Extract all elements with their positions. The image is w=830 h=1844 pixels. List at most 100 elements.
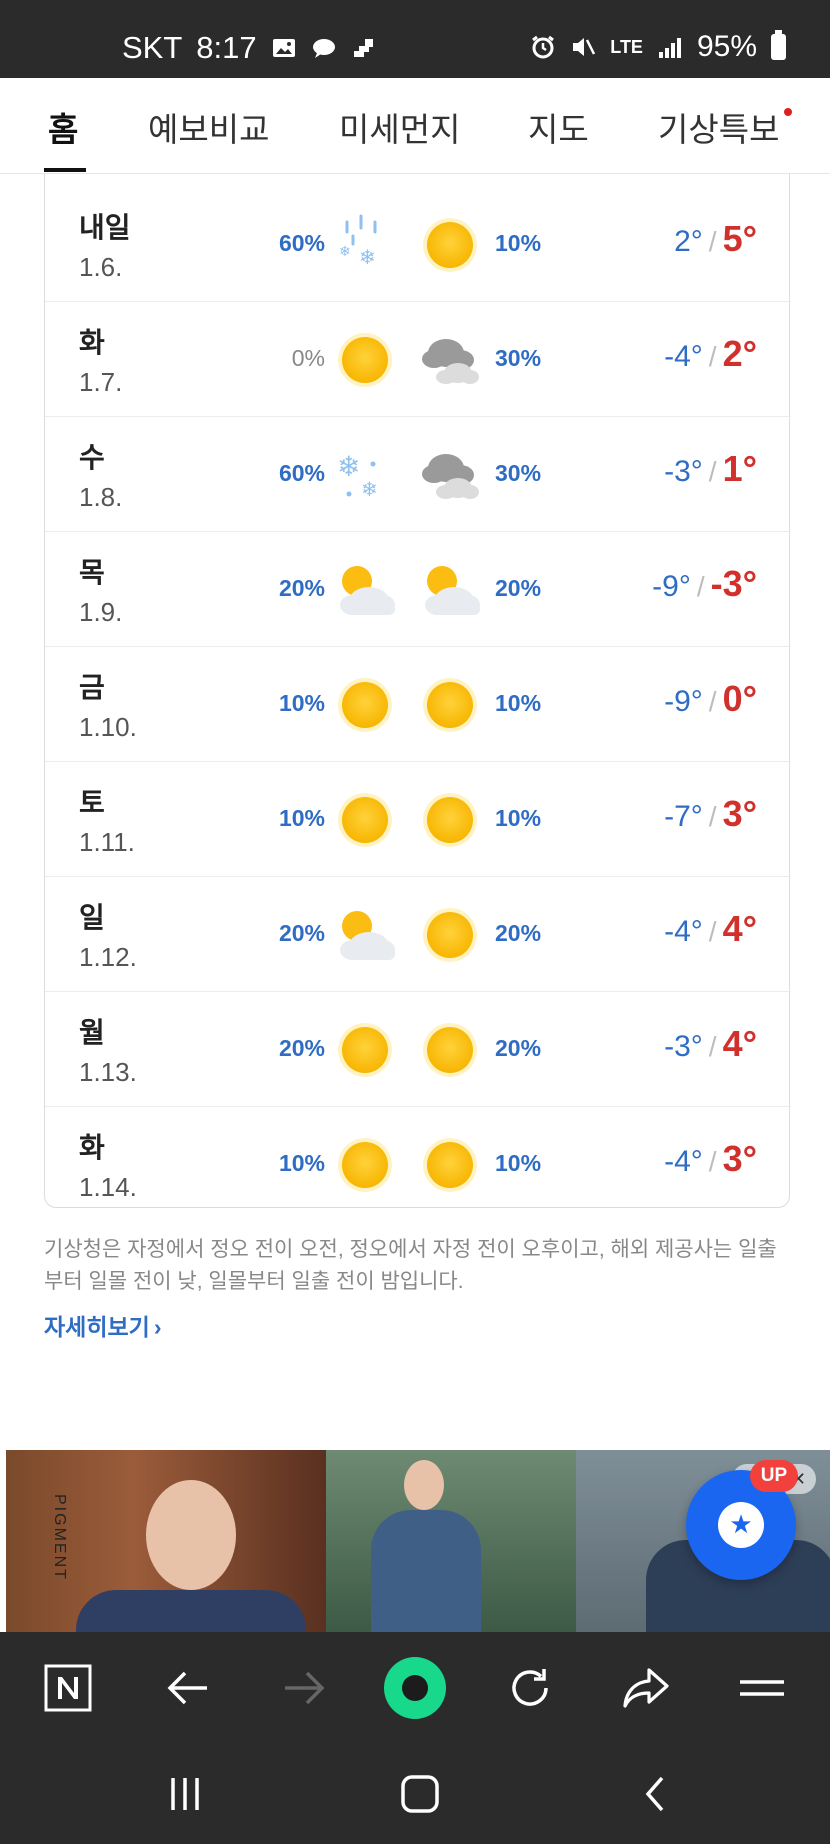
svg-text:❄: ❄ [361, 477, 378, 501]
temp-separator: / [708, 226, 717, 257]
min-temp: -4° [664, 340, 703, 373]
temperature-range: -4°/4° [664, 908, 757, 950]
chevron-right-icon: › [153, 1314, 162, 1340]
home-button[interactable] [395, 1744, 445, 1844]
forecast-date: 1.7. [79, 367, 123, 397]
max-temp: 1° [722, 448, 757, 489]
fab-inner: ★ [718, 1502, 764, 1548]
forecast-day: 화 [79, 327, 105, 358]
green-dot-button[interactable] [380, 1632, 450, 1744]
tab-forecast-compare[interactable]: 예보비교 [148, 103, 269, 151]
am-precip-chance: 60% [278, 230, 325, 256]
temp-separator: / [708, 801, 717, 832]
temp-separator: / [696, 571, 705, 602]
pm-precip-chance: 20% [495, 1035, 542, 1061]
pm-precip-chance: 30% [495, 460, 542, 486]
more-info-link[interactable]: 자세히보기 › [44, 1308, 161, 1342]
tab-fine-dust[interactable]: 미세먼지 [339, 103, 460, 151]
am-precip-chance: 0% [291, 345, 325, 371]
pm-precip-chance: 10% [495, 805, 542, 831]
max-temp: 3° [722, 793, 757, 834]
forward-button[interactable] [276, 1632, 332, 1744]
sun-icon [331, 1132, 399, 1198]
model-sweater [371, 1510, 481, 1632]
min-temp: -7° [664, 800, 703, 833]
share-button[interactable] [618, 1632, 674, 1744]
forecast-date: 1.8. [79, 482, 123, 512]
status-bar: SKT 8:17 LTE 95% [0, 0, 830, 78]
forecast-day: 일 [79, 902, 105, 933]
tab-map[interactable]: 지도 [528, 103, 589, 151]
cloudy-icon [416, 327, 484, 393]
hamburger-menu-icon [740, 1680, 784, 1696]
active-tab-indicator [44, 168, 86, 172]
pm-precip-chance: 10% [495, 230, 542, 256]
status-right: LTE 95% [530, 30, 786, 64]
menu-button[interactable] [734, 1632, 790, 1744]
forecast-day: 월 [79, 1017, 105, 1048]
am-precip-chance: 10% [278, 690, 325, 716]
recent-apps-button[interactable] [160, 1744, 210, 1844]
svg-text:❄: ❄ [337, 450, 360, 483]
sun-icon [331, 327, 399, 393]
forecast-date: 1.12. [79, 942, 137, 972]
sun-icon [416, 902, 484, 968]
model-face [146, 1480, 236, 1590]
back-button[interactable] [160, 1632, 216, 1744]
temperature-range: -4°/3° [664, 1138, 757, 1180]
forecast-row: 화 1.7. 0% 30% -4°/2° [45, 303, 791, 417]
mute-icon [573, 38, 596, 56]
pm-precip-chance: 30% [495, 345, 542, 371]
min-temp: -3° [664, 455, 703, 488]
alarm-icon [532, 35, 555, 59]
recents-icon [171, 1778, 199, 1810]
forecast-date: 1.11. [79, 827, 135, 857]
am-precip-chance: 20% [278, 575, 325, 601]
min-temp: -4° [664, 915, 703, 948]
min-temp: -9° [652, 570, 691, 603]
arrow-right-icon [285, 1671, 325, 1705]
max-temp: 5° [722, 218, 757, 259]
forecast-day: 수 [79, 442, 105, 473]
refresh-button[interactable] [502, 1632, 558, 1744]
ad-photo-2 [326, 1450, 576, 1632]
forecast-day: 내일 [79, 212, 131, 243]
naver-home-button[interactable] [40, 1632, 96, 1744]
partly-cloudy-icon [416, 557, 484, 623]
sun-icon [331, 787, 399, 853]
signal-icon [658, 38, 681, 58]
tab-home[interactable]: 홈 [48, 103, 78, 151]
network-label: LTE [610, 36, 643, 57]
temp-separator: / [708, 456, 717, 487]
temperature-range: -9° / -3° [652, 563, 757, 605]
pm-precip-chance: 10% [495, 1150, 542, 1176]
temp-separator: / [708, 916, 717, 947]
forecast-date: 1.14. [79, 1172, 137, 1202]
gallery-icon [272, 39, 295, 57]
cloudy-icon [416, 442, 484, 508]
sun-icon [416, 672, 484, 738]
max-temp: 4° [722, 1023, 757, 1064]
pm-precip-chance: 10% [495, 690, 542, 716]
am-precip-chance: 20% [278, 1035, 325, 1061]
forecast-row: 내일 1.6. 60% ❄ ❄ 10% 2°/5° [45, 188, 791, 302]
status-left: SKT 8:17 [122, 30, 377, 66]
forecast-row: 수 1.8. 60% ❄ ❄ 30% -3°/1° [45, 418, 791, 532]
forecast-day: 화 [79, 1132, 105, 1163]
partly-cloudy-icon [331, 902, 399, 968]
system-back-button[interactable] [630, 1744, 680, 1844]
min-temp: -3° [664, 1030, 703, 1063]
star-icon: ★ [729, 1509, 753, 1539]
temperature-range: -7°/3° [664, 793, 757, 835]
forecast-date: 1.13. [79, 1057, 137, 1087]
forecast-row: 월 1.13. 20% 20% -3°/4° [45, 993, 791, 1107]
sun-icon [331, 672, 399, 738]
forecast-row: 목 1.9. 20% 20% -9° / -3° [45, 533, 791, 647]
sun-icon [416, 1132, 484, 1198]
forecast-row: 금 1.10. 10% 10% -9°/0° [45, 648, 791, 762]
tab-weather-warning[interactable]: 기상특보 [658, 103, 779, 151]
sun-icon [416, 212, 484, 278]
arrow-left-icon [167, 1671, 207, 1705]
forecast-day: 토 [79, 787, 105, 818]
new-dot-icon [784, 108, 792, 116]
